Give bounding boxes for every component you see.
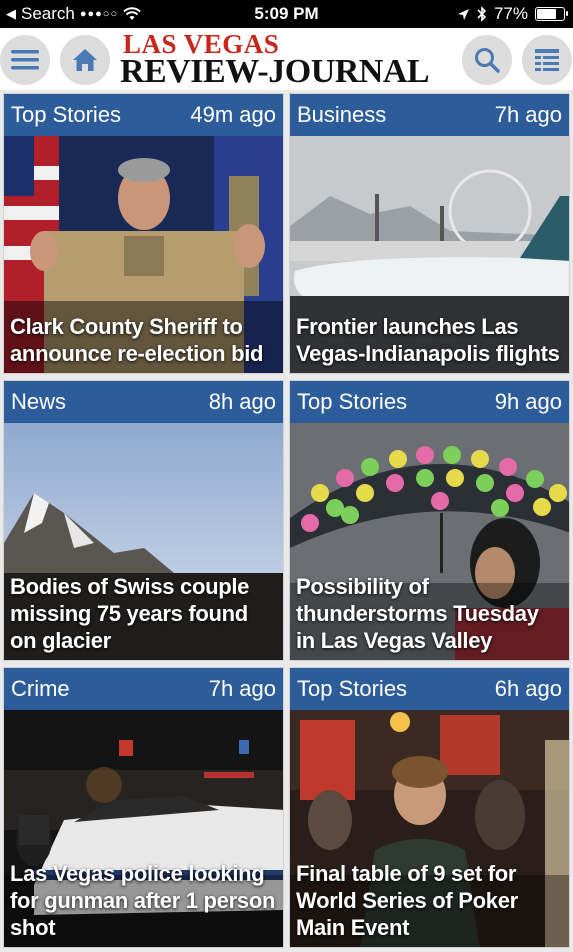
card-header: Top Stories 49m ago [4,94,283,136]
location-arrow-icon [457,8,469,20]
story-age: 6h ago [494,676,562,701]
story-card-poker[interactable]: Top Stories 6h ago Final table of 9 set … [289,667,570,948]
story-card-police[interactable]: Crime 7h ago Las Vegas police looking fo… [3,667,284,948]
hamburger-menu-icon [11,50,39,70]
story-headline[interactable]: Final table of 9 set for World Series of… [296,860,563,941]
section-label[interactable]: News [11,389,66,415]
story-headline[interactable]: Frontier launches Las Vegas-Indianapolis… [296,313,563,367]
card-header: News 8h ago [4,381,283,423]
site-logo[interactable]: LAS VEGAS REVIEW-JOURNAL [120,31,454,90]
story-age: 7h ago [494,102,562,127]
story-card-thunderstorms[interactable]: Top Stories 9h ago Possibility of thunde… [289,380,570,661]
story-grid: Top Stories 49m ago Clark County Sheriff… [0,90,573,952]
card-header: Top Stories 6h ago [290,668,569,710]
logo-review-journal: REVIEW-JOURNAL [120,53,430,90]
story-age: 7h ago [208,676,276,701]
story-card-glacier[interactable]: News 8h ago Bodies of Swiss couple missi… [3,380,284,661]
story-headline[interactable]: Las Vegas police looking for gunman afte… [10,860,277,941]
search-icon [475,48,500,73]
story-headline[interactable]: Bodies of Swiss couple missing 75 years … [10,573,277,654]
section-label[interactable]: Top Stories [11,102,121,128]
section-label[interactable]: Business [297,102,386,128]
home-button[interactable] [60,35,110,85]
story-headline[interactable]: Possibility of thunderstorms Tuesday in … [296,573,563,654]
story-age: 8h ago [208,389,276,414]
card-header: Top Stories 9h ago [290,381,569,423]
section-label[interactable]: Crime [11,676,70,702]
section-list-icon [535,49,559,71]
battery-level [537,9,556,19]
bluetooth-icon [477,6,487,22]
section-label[interactable]: Top Stories [297,389,407,415]
status-right: 77% [457,4,568,24]
home-icon [73,49,97,71]
app-header: LAS VEGAS REVIEW-JOURNAL [0,28,573,90]
battery-percent: 77% [493,4,528,23]
status-bar: ◀ Search ●●●○○ 5:09 PM 77% [0,0,573,28]
card-header: Business 7h ago [290,94,569,136]
story-card-frontier[interactable]: Business 7h ago Frontier launches Las Ve… [289,93,570,374]
battery-icon [535,7,568,21]
section-label[interactable]: Top Stories [297,676,407,702]
story-age: 9h ago [494,389,562,414]
search-button[interactable] [462,35,512,85]
card-header: Crime 7h ago [4,668,283,710]
sections-button[interactable] [522,35,572,85]
menu-button[interactable] [0,35,50,85]
story-card-sheriff[interactable]: Top Stories 49m ago Clark County Sheriff… [3,93,284,374]
story-headline[interactable]: Clark County Sheriff to announce re-elec… [10,313,277,367]
story-age: 49m ago [190,102,276,127]
